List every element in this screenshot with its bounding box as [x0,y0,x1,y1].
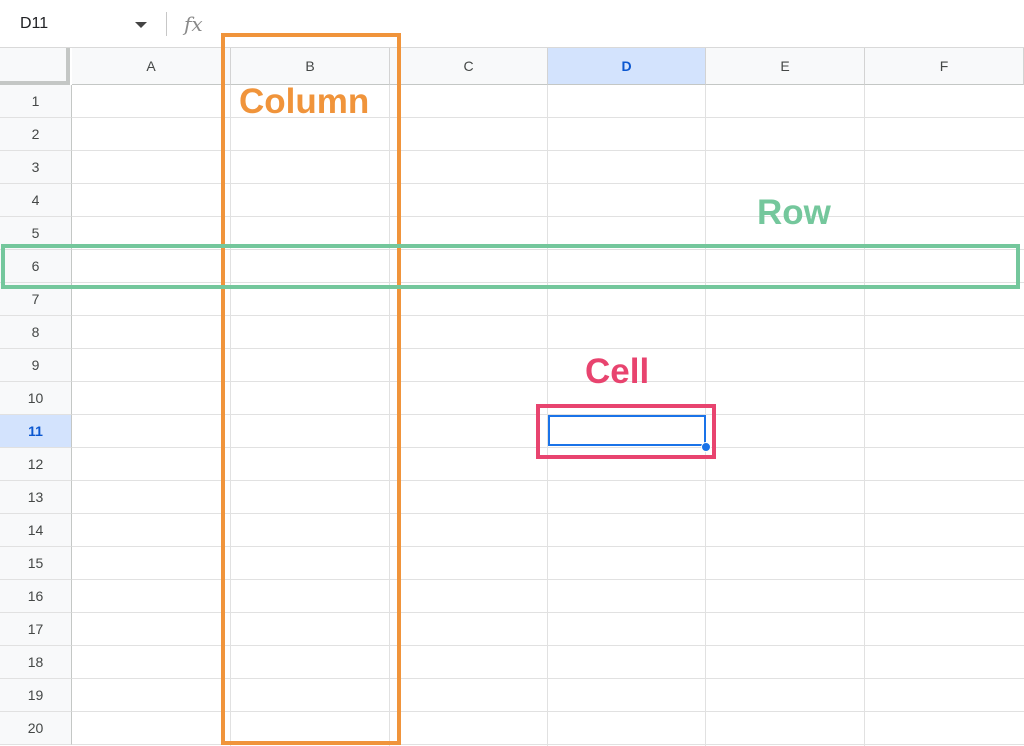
row-header-19[interactable]: 19 [0,679,72,712]
cell-annotation-box [536,404,716,459]
column-annotation-box [221,33,401,745]
gridline [72,348,1024,349]
gridline [72,183,1024,184]
sheet-grid: A B C D E F 1 2 3 4 5 6 7 8 9 10 11 12 1… [0,48,1024,746]
fx-icon: fx [184,12,203,36]
gridline [72,381,1024,382]
gridline [72,579,1024,580]
column-header-d[interactable]: D [548,48,706,85]
name-box-value: D11 [20,15,49,32]
formula-bar-divider [166,12,167,36]
gridline [72,645,1024,646]
name-box[interactable]: D11 [0,6,160,42]
select-all-corner[interactable] [0,48,70,85]
row-header-17[interactable]: 17 [0,613,72,646]
row-header-2[interactable]: 2 [0,118,72,151]
column-header-f[interactable]: F [865,48,1024,85]
column-annotation-label: Column [239,82,370,121]
row-header-20[interactable]: 20 [0,712,72,745]
gridline [72,117,1024,118]
row-annotation-label: Row [757,193,831,232]
row-header-9[interactable]: 9 [0,349,72,382]
row-header-8[interactable]: 8 [0,316,72,349]
row-annotation-box [1,244,1020,289]
row-header-18[interactable]: 18 [0,646,72,679]
gridline [72,513,1024,514]
formula-bar: D11 fx [0,0,1024,48]
row-header-13[interactable]: 13 [0,481,72,514]
gridline [72,612,1024,613]
gridline [864,85,865,746]
gridline [72,315,1024,316]
row-header-12[interactable]: 12 [0,448,72,481]
row-header-4[interactable]: 4 [0,184,72,217]
gridline [72,744,1024,745]
row-header-1[interactable]: 1 [0,85,72,118]
row-header-11[interactable]: 11 [0,415,72,448]
cell-annotation-label: Cell [585,352,650,391]
row-header-15[interactable]: 15 [0,547,72,580]
row-header-16[interactable]: 16 [0,580,72,613]
column-header-c[interactable]: C [390,48,548,85]
gridline [72,150,1024,151]
gridline [72,546,1024,547]
column-header-a[interactable]: A [72,48,231,85]
row-header-14[interactable]: 14 [0,514,72,547]
row-header-3[interactable]: 3 [0,151,72,184]
gridline [72,480,1024,481]
spreadsheet-page: D11 fx A B C D E F 1 2 3 4 5 6 7 8 9 10 … [0,0,1024,746]
gridline [72,216,1024,217]
gridline [72,678,1024,679]
column-header-e[interactable]: E [706,48,865,85]
gridline [72,711,1024,712]
chevron-down-icon[interactable] [135,22,147,28]
row-header-10[interactable]: 10 [0,382,72,415]
